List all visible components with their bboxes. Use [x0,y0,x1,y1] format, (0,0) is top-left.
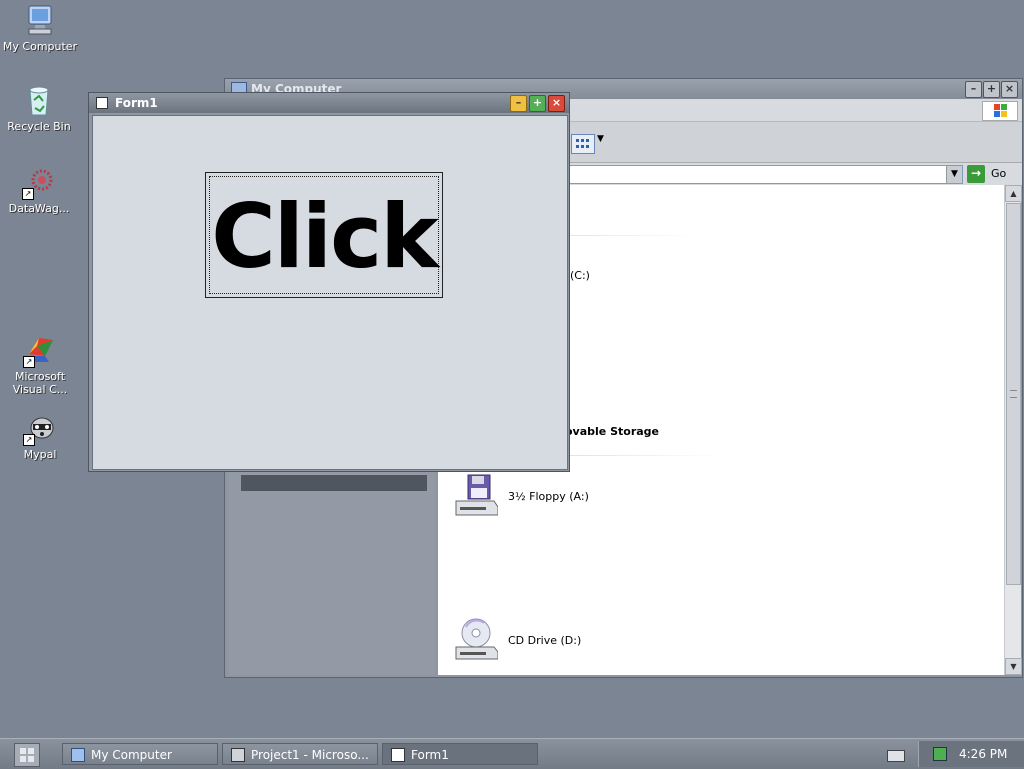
desktop-icon-recycle-bin[interactable]: Recycle Bin [1,84,77,133]
views-dropdown-arrow-icon[interactable]: ▼ [597,134,604,144]
maximize-button[interactable]: + [529,95,546,112]
minimize-button[interactable]: – [510,95,527,112]
address-input[interactable]: ▼ [565,165,963,184]
desktop-icon-mypal[interactable]: ↗ Mypal [2,412,78,461]
datawag-icon: ↗ [22,166,56,200]
desktop-icon-label: Recycle Bin [7,120,71,133]
scroll-up-button[interactable]: ▲ [1005,185,1022,202]
desktop-icon-label: Mypal [23,448,57,461]
form1-title: Form1 [115,96,158,110]
visual-basic-icon [231,748,245,762]
minimize-button[interactable]: – [965,81,982,98]
desktop-icon-visual-c[interactable]: ↗ Microsoft Visual C... [2,334,78,396]
desktop-icon-label: Microsoft Visual C... [12,370,68,396]
form1-window[interactable]: Form1 – + × Click [88,92,570,472]
taskbar-item-my-computer[interactable]: My Computer [62,743,218,765]
visual-studio-icon: ↗ [23,334,57,368]
address-dropdown-button[interactable]: ▼ [946,166,962,183]
taskbar-item-form1[interactable]: Form1 [382,743,538,765]
shortcut-arrow-icon: ↗ [22,188,34,200]
computer-icon [23,4,57,38]
task-pane-section [241,475,427,491]
taskbar-item-label: Project1 - Microso... [251,748,369,762]
start-button[interactable] [14,743,40,767]
taskbar-item-label: My Computer [91,748,172,762]
floppy-drive-icon[interactable] [454,473,499,517]
close-button[interactable]: × [1001,81,1018,98]
clock[interactable]: 4:26 PM [959,747,1007,761]
views-grid-icon[interactable] [571,134,595,154]
shortcut-arrow-icon: ↗ [23,356,35,368]
scroll-down-button[interactable]: ▼ [1005,658,1022,675]
vertical-scrollbar[interactable]: ▲ ▼ [1004,185,1022,675]
taskbar-item-project1[interactable]: Project1 - Microso... [222,743,378,765]
taskbar-item-label: Form1 [411,748,449,762]
form-icon [391,748,405,762]
computer-icon [71,748,85,762]
scroll-thumb[interactable] [1006,203,1021,585]
close-button[interactable]: × [548,95,565,112]
desktop-icon-label: DataWag... [8,202,70,215]
go-label: Go [991,167,1007,180]
network-icon[interactable] [933,747,947,761]
floppy-drive-label[interactable]: 3½ Floppy (A:) [508,490,589,503]
system-tray: 4:26 PM [918,741,1024,767]
recycle-bin-icon [22,84,56,118]
form-icon [96,97,108,109]
click-button[interactable]: Click [205,172,443,298]
taskbar: My Computer Project1 - Microso... Form1 … [0,738,1024,769]
windows-logo-icon [982,101,1018,121]
form1-titlebar[interactable]: Form1 – + × [89,93,569,113]
removable-storage-header: ovable Storage [565,425,660,438]
cd-drive-icon[interactable] [454,617,499,661]
desktop-icon-datawag[interactable]: ↗ DataWag... [1,166,77,215]
form1-client-area: Click [92,115,568,470]
click-button-caption: Click [211,185,439,288]
drive-c-label[interactable]: (C:) [570,269,590,282]
cd-drive-label[interactable]: CD Drive (D:) [508,634,581,647]
raccoon-icon: ↗ [23,412,57,446]
go-arrow-icon: → [967,165,985,183]
desktop-icon-label: My Computer [2,40,78,53]
maximize-button[interactable]: + [983,81,1000,98]
shortcut-arrow-icon: ↗ [23,434,35,446]
keyboard-icon[interactable] [887,750,905,762]
desktop-icon-my-computer[interactable]: My Computer [2,4,78,53]
go-button[interactable]: → Go [967,165,1015,183]
